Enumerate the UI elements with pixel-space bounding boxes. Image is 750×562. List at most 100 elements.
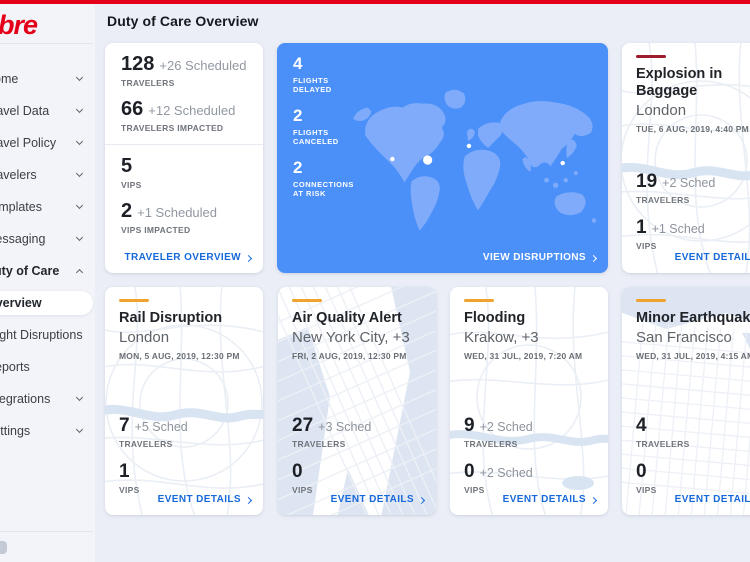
disruption-marker [467,144,471,148]
stat-label: VIPS [292,485,313,495]
chevron-down-icon [76,74,83,81]
sidebar-item-travel-data[interactable]: Travel Data [0,95,95,127]
event-card-body: Rail Disruption London MON, 5 AUG, 2019,… [105,287,263,361]
sidebar-divider [0,43,93,44]
link-label: EVENT DETAILS [331,494,414,505]
stat-label: FLIGHTS CANCELED [293,128,357,146]
sidebar-item-label: Home [0,72,18,86]
stat-value: 0 [636,461,647,482]
chevron-right-icon [245,496,252,503]
event-location: London [636,102,750,119]
event-card-explosion-in-baggage[interactable]: Explosion in Baggage London TUE, 6 AUG, … [622,43,750,273]
event-card-flooding[interactable]: Flooding Krakow, +3 WED, 31 JUL, 2019, 7… [450,287,608,515]
stat-label: TRAVELERS IMPACTED [121,123,249,133]
event-location: Krakow, +3 [464,329,596,346]
disruption-marker-large [423,155,432,164]
stat-label: TRAVELERS [636,439,690,449]
sidebar-item-settings[interactable]: Settings [0,415,95,447]
sidebar-item-overview[interactable]: Overview [0,291,93,315]
link-label: EVENT DETAILS [675,494,750,505]
view-disruptions-link[interactable]: VIEW DISRUPTIONS [483,252,596,263]
event-datetime: MON, 5 AUG, 2019, 12:30 PM [119,351,251,361]
stat-travelers: 4 TRAVELERS [636,415,690,449]
sidebar-item-messaging[interactable]: Messaging [0,223,95,255]
traveler-summary-card: 128 +26 Scheduled TRAVELERS 66 +12 Sched… [105,43,263,273]
stat-travelers: 7 +5 Sched TRAVELERS [119,415,188,449]
sidebar-item-duty-of-care[interactable]: Duty of Care [0,255,95,287]
severity-bar [636,299,666,302]
event-datetime: TUE, 6 AUG, 2019, 4:40 PM [636,124,750,134]
event-title: Rail Disruption [119,310,251,327]
event-card-body: Air Quality Alert New York City, +3 FRI,… [278,287,436,361]
event-title: Air Quality Alert [292,310,424,327]
severity-bar [292,299,322,302]
event-title: Minor Earthquake [636,310,750,327]
event-location: London [119,329,251,346]
disruption-stats: 4 FLIGHTS DELAYED 2 FLIGHTS CANCELED 2 C… [293,54,357,210]
stat-label: FLIGHTS DELAYED [293,76,357,94]
sidebar-nav: Home Travel Data Travel Policy Travelers… [0,63,95,447]
sidebar: Sabre Home Travel Data Travel Policy Tra… [0,4,95,562]
event-details-link[interactable]: EVENT DETAILS [675,494,750,505]
event-location: San Francisco [636,329,750,346]
stat-value: 66 [121,98,143,120]
disruption-marker [390,157,394,161]
event-details-link[interactable]: EVENT DETAILS [331,494,424,505]
stat-value: 1 [119,461,130,482]
stat-extra: +26 Scheduled [159,58,246,73]
event-datetime: WED, 31 JUL, 2019, 4:15 AM [636,351,750,361]
stat-value: 128 [121,53,154,75]
event-location: New York City, +3 [292,329,424,346]
avatar[interactable] [0,541,7,554]
event-card-air-quality-alert[interactable]: Air Quality Alert New York City, +3 FRI,… [278,287,436,515]
event-card-rail-disruption[interactable]: Rail Disruption London MON, 5 AUG, 2019,… [105,287,263,515]
sidebar-item-reports[interactable]: Reports [0,351,95,383]
sidebar-item-travelers[interactable]: Travelers [0,159,95,191]
stat-value: 5 [121,155,132,177]
event-datetime: FRI, 2 AUG, 2019, 12:30 PM [292,351,424,361]
stat-flights-canceled: 2 FLIGHTS CANCELED [293,106,357,146]
sidebar-item-home[interactable]: Home [0,63,95,95]
sabre-logo[interactable]: Sabre [0,10,37,41]
sidebar-item-templates[interactable]: Templates [0,191,95,223]
severity-bar [119,299,149,302]
traveler-overview-link[interactable]: TRAVELER OVERVIEW [125,252,251,263]
event-details-link[interactable]: EVENT DETAILS [503,494,596,505]
sidebar-item-integrations[interactable]: Integrations [0,383,95,415]
chevron-right-icon [245,254,252,261]
event-title: Flooding [464,310,596,327]
stat-travelers: 9 +2 Sched TRAVELERS [464,415,533,449]
event-details-link[interactable]: EVENT DETAILS [158,494,251,505]
stat-travelers: 19 +2 Sched TRAVELERS [636,171,715,205]
stat-value: 19 [636,171,657,192]
brand-top-bar [0,0,750,4]
stat-extra: +5 Sched [135,420,188,434]
stat-value: 1 [636,217,647,238]
stat-value: 0 [464,461,475,482]
stat-flights-delayed: 4 FLIGHTS DELAYED [293,54,357,94]
chevron-up-icon [76,269,83,276]
sidebar-item-label: Reports [0,360,30,374]
main-content: Duty of Care Overview 128 +26 Scheduled … [105,4,750,562]
event-details-link[interactable]: EVENT DETAILS [675,252,750,263]
chevron-down-icon [76,394,83,401]
stat-connections-at-risk: 2 CONNECTIONS AT RISK [293,158,357,198]
stat-label: VIPS [636,241,705,251]
sidebar-item-flight-disruptions[interactable]: Flight Disruptions [0,319,95,351]
world-map [347,76,601,238]
stat-label: VIPS [119,485,140,495]
stat-value: 4 [636,415,647,436]
chevron-down-icon [76,138,83,145]
event-card-minor-earthquake[interactable]: Minor Earthquake San Francisco WED, 31 J… [622,287,750,515]
stat-label: CONNECTIONS AT RISK [293,180,357,198]
link-label: VIEW DISRUPTIONS [483,252,586,263]
stat-label: VIPS IMPACTED [121,225,249,235]
stat-label: TRAVELERS [119,439,188,449]
stat-extra: +2 Sched [480,466,533,480]
stat-vips: 1 +1 Sched VIPS [636,217,705,251]
sidebar-item-travel-policy[interactable]: Travel Policy [0,127,95,159]
severity-bar [464,299,494,302]
stat-value: 0 [292,461,303,482]
stat-vips: 0 VIPS [636,461,657,495]
stat-extra: +3 Sched [318,420,371,434]
